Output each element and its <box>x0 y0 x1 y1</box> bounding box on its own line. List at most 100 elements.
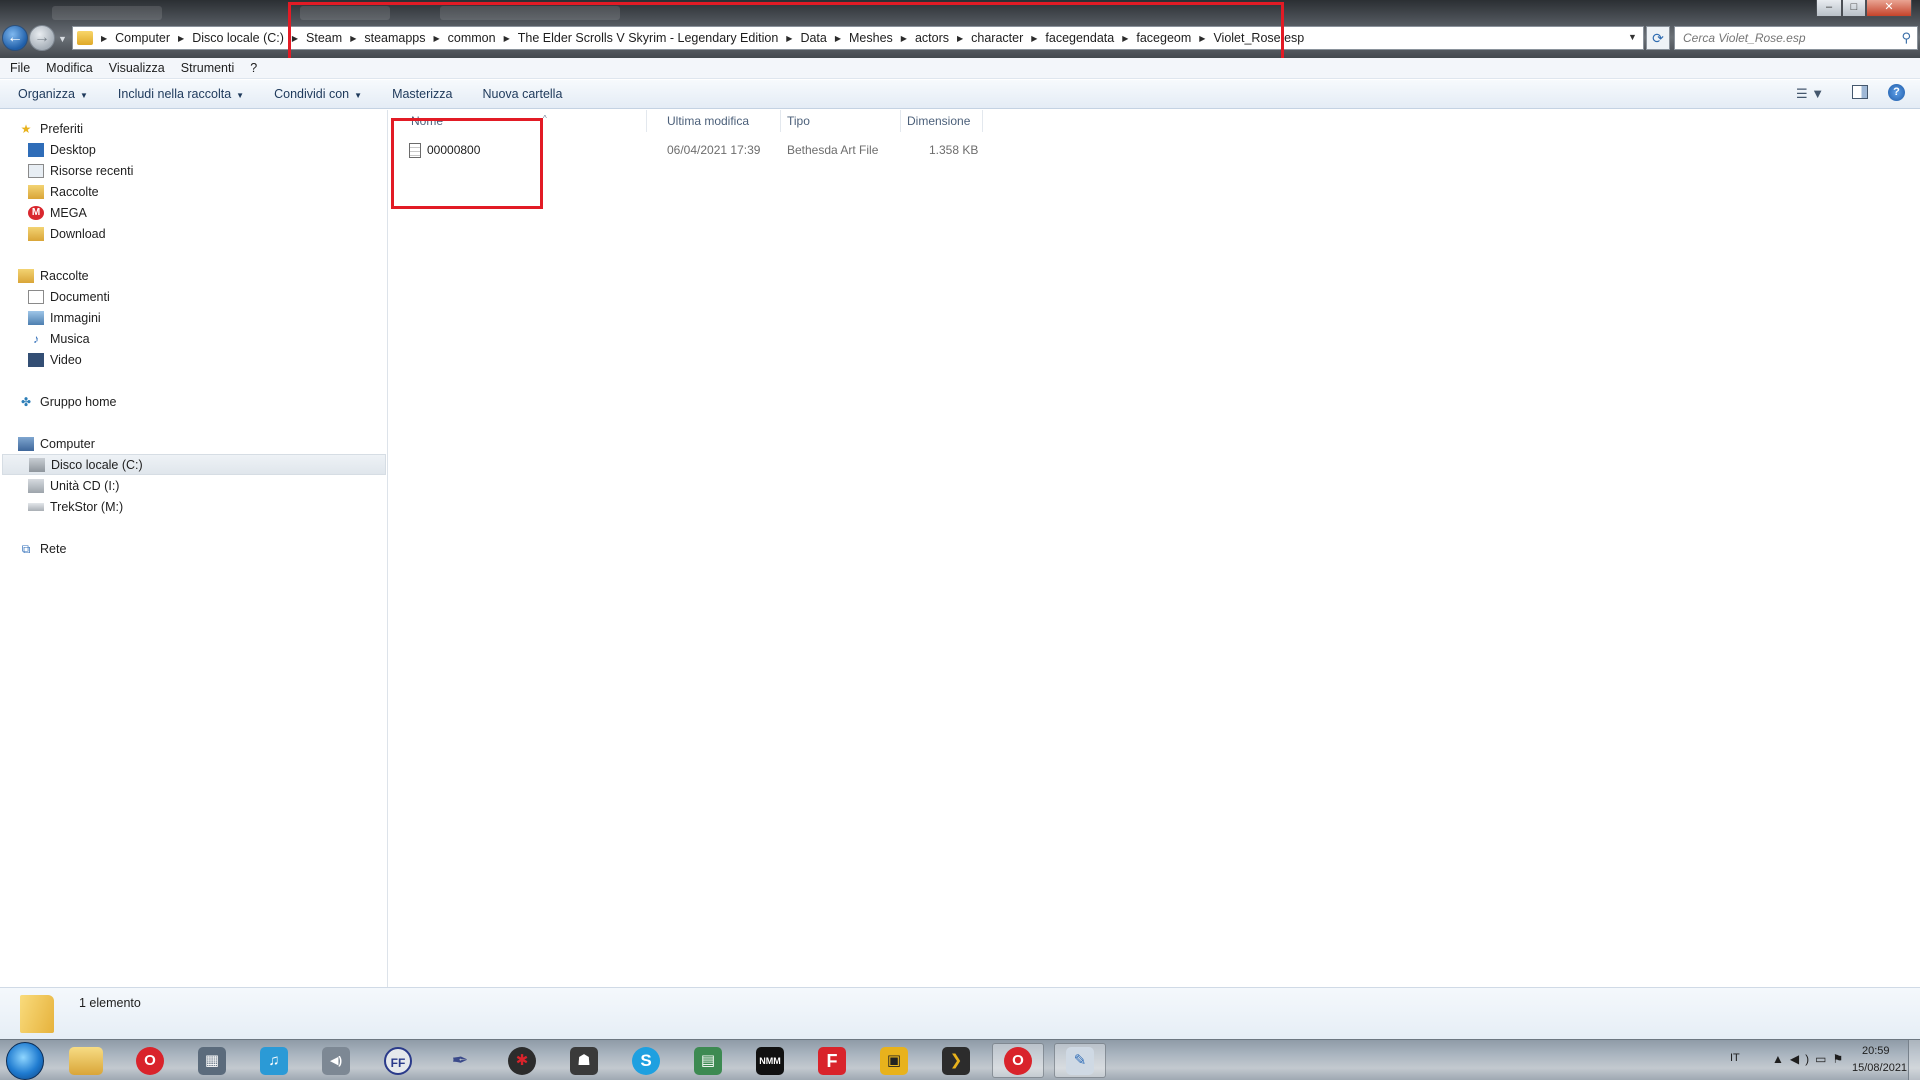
nav-item-cd-drive[interactable]: Unità CD (I:) <box>28 475 119 496</box>
nav-item-download[interactable]: Download <box>28 223 106 244</box>
nav-item-trekstor[interactable]: TrekStor (M:) <box>28 496 123 517</box>
minimize-button[interactable]: – <box>1816 0 1842 17</box>
nav-item-desktop[interactable]: Desktop <box>28 139 96 160</box>
nav-item-local-disk[interactable]: Disco locale (C:) <box>2 454 386 475</box>
action-center-flag-icon[interactable]: ⚑ <box>1832 1052 1849 1066</box>
organize-button[interactable]: Organizza ▼ <box>18 87 88 101</box>
share-with-button[interactable]: Condividi con ▼ <box>274 87 362 101</box>
maximize-button[interactable]: □ <box>1842 0 1866 17</box>
breadcrumb-steamapps[interactable]: steamapps <box>358 31 431 45</box>
burn-button[interactable]: Masterizza <box>392 87 452 101</box>
taskbar-app[interactable]: F <box>806 1043 858 1078</box>
language-indicator[interactable]: IT <box>1730 1052 1740 1064</box>
nav-favorites[interactable]: ★ Preferiti <box>18 118 83 139</box>
taskbar-app[interactable]: ▤ <box>682 1043 734 1078</box>
file-name[interactable]: 00000800 <box>427 140 480 160</box>
breadcrumb-separator-icon[interactable]: ▶ <box>176 34 186 43</box>
column-header-modified[interactable]: Ultima modifica <box>661 110 781 132</box>
breadcrumb-character[interactable]: character <box>965 31 1029 45</box>
taskbar-app[interactable]: ✒ <box>434 1043 486 1078</box>
breadcrumb-separator-icon[interactable]: ▶ <box>784 34 794 43</box>
refresh-button[interactable]: ⟳ <box>1646 26 1670 50</box>
breadcrumb-separator-icon[interactable]: ▶ <box>1197 34 1207 43</box>
taskbar-app[interactable]: FF <box>372 1043 424 1078</box>
taskbar-app[interactable]: ▦ <box>186 1043 238 1078</box>
breadcrumb-meshes[interactable]: Meshes <box>843 31 899 45</box>
taskbar-app[interactable]: ▣ <box>868 1043 920 1078</box>
breadcrumb-local-disk[interactable]: Disco locale (C:) <box>186 31 290 45</box>
change-view-icon[interactable]: ☰ ▼ <box>1796 86 1824 102</box>
breadcrumb-separator-icon[interactable]: ▶ <box>502 34 512 43</box>
breadcrumb-skyrim[interactable]: The Elder Scrolls V Skyrim - Legendary E… <box>512 31 785 45</box>
taskbar-app[interactable]: ◀) <box>310 1043 362 1078</box>
breadcrumb-violet-rose[interactable]: Violet_Rose.esp <box>1207 31 1310 45</box>
menu-file[interactable]: File <box>10 61 30 75</box>
taskbar-app[interactable]: ☗ <box>558 1043 610 1078</box>
nav-libraries[interactable]: Raccolte <box>18 265 89 286</box>
taskbar-app-active[interactable]: ✎ <box>1054 1043 1106 1078</box>
new-folder-button[interactable]: Nuova cartella <box>483 87 563 101</box>
nav-item-pictures[interactable]: Immagini <box>28 307 101 328</box>
back-button[interactable]: ← <box>2 25 28 51</box>
taskbar-app[interactable]: ❯ <box>930 1043 982 1078</box>
close-button[interactable]: ✕ <box>1866 0 1912 17</box>
taskbar-app[interactable]: ♫ <box>248 1043 300 1078</box>
recent-pages-dropdown-icon[interactable]: ▼ <box>58 34 67 44</box>
preview-pane-icon[interactable] <box>1852 85 1868 99</box>
taskbar-app-active[interactable]: O <box>992 1043 1044 1078</box>
taskbar-app[interactable]: S <box>620 1043 672 1078</box>
explorer-taskbar-button[interactable] <box>60 1043 112 1078</box>
breadcrumb-separator-icon[interactable]: ▶ <box>955 34 965 43</box>
breadcrumb-common[interactable]: common <box>442 31 502 45</box>
breadcrumb-separator-icon[interactable]: ▶ <box>1120 34 1130 43</box>
breadcrumb-actors[interactable]: actors <box>909 31 955 45</box>
help-icon[interactable]: ? <box>1888 84 1905 101</box>
breadcrumb-separator-icon[interactable]: ▶ <box>99 34 109 43</box>
address-dropdown-icon[interactable]: ▼ <box>1628 32 1637 42</box>
nav-item-documents[interactable]: Documenti <box>28 286 110 307</box>
volume-icon[interactable]: ◀) <box>1790 1052 1815 1066</box>
breadcrumb-separator-icon[interactable]: ▶ <box>348 34 358 43</box>
tray-icons[interactable]: ▲◀)▭⚑ <box>1772 1052 1849 1066</box>
breadcrumb-separator-icon[interactable]: ▶ <box>833 34 843 43</box>
menu-help[interactable]: ? <box>250 61 257 75</box>
address-bar[interactable]: ▶ Computer ▶ Disco locale (C:) ▶ Steam ▶… <box>72 26 1644 50</box>
menu-edit[interactable]: Modifica <box>46 61 93 75</box>
column-header-size[interactable]: Dimensione <box>901 110 983 132</box>
breadcrumb-facegeom[interactable]: facegeom <box>1130 31 1197 45</box>
nav-item-libraries-fav[interactable]: Raccolte <box>28 181 99 202</box>
breadcrumb-separator-icon[interactable]: ▶ <box>1029 34 1039 43</box>
breadcrumb-steam[interactable]: Steam <box>300 31 348 45</box>
forward-button[interactable]: → <box>29 25 55 51</box>
nav-item-mega[interactable]: M MEGA <box>28 202 87 223</box>
nav-homegroup[interactable]: ✤ Gruppo home <box>18 391 116 412</box>
nav-item-video[interactable]: Video <box>28 349 82 370</box>
nav-computer[interactable]: Computer <box>18 433 95 454</box>
clock-date[interactable]: 15/08/2021 <box>1852 1062 1907 1074</box>
search-icon[interactable]: ⚲ <box>1901 30 1911 46</box>
nav-item-music[interactable]: ♪ Musica <box>28 328 90 349</box>
start-button[interactable] <box>6 1042 44 1080</box>
search-input[interactable] <box>1675 27 1885 49</box>
breadcrumb-separator-icon[interactable]: ▶ <box>899 34 909 43</box>
menu-view[interactable]: Visualizza <box>109 61 165 75</box>
breadcrumb-separator-icon[interactable]: ▶ <box>290 34 300 43</box>
taskbar-app[interactable]: O <box>124 1043 176 1078</box>
clock-time[interactable]: 20:59 <box>1862 1045 1890 1057</box>
taskbar-app[interactable]: NMM <box>744 1043 796 1078</box>
column-header-name[interactable]: Nome ^ <box>405 110 647 132</box>
nav-network[interactable]: ⧉ Rete <box>18 538 67 559</box>
menu-tools[interactable]: Strumenti <box>181 61 235 75</box>
breadcrumb-computer[interactable]: Computer <box>109 31 176 45</box>
include-in-library-button[interactable]: Includi nella raccolta ▼ <box>118 87 244 101</box>
taskbar-app[interactable]: ✱ <box>496 1043 548 1078</box>
column-header-type[interactable]: Tipo <box>781 110 901 132</box>
breadcrumb-data[interactable]: Data <box>794 31 832 45</box>
show-hidden-icons-icon[interactable]: ▲ <box>1772 1052 1790 1066</box>
nav-item-recent[interactable]: Risorse recenti <box>28 160 133 181</box>
search-box[interactable]: ⚲ <box>1674 26 1918 50</box>
network-icon[interactable]: ▭ <box>1815 1052 1832 1066</box>
breadcrumb-separator-icon[interactable]: ▶ <box>432 34 442 43</box>
breadcrumb-facegendata[interactable]: facegendata <box>1039 31 1120 45</box>
show-desktop-button[interactable] <box>1908 1040 1920 1080</box>
